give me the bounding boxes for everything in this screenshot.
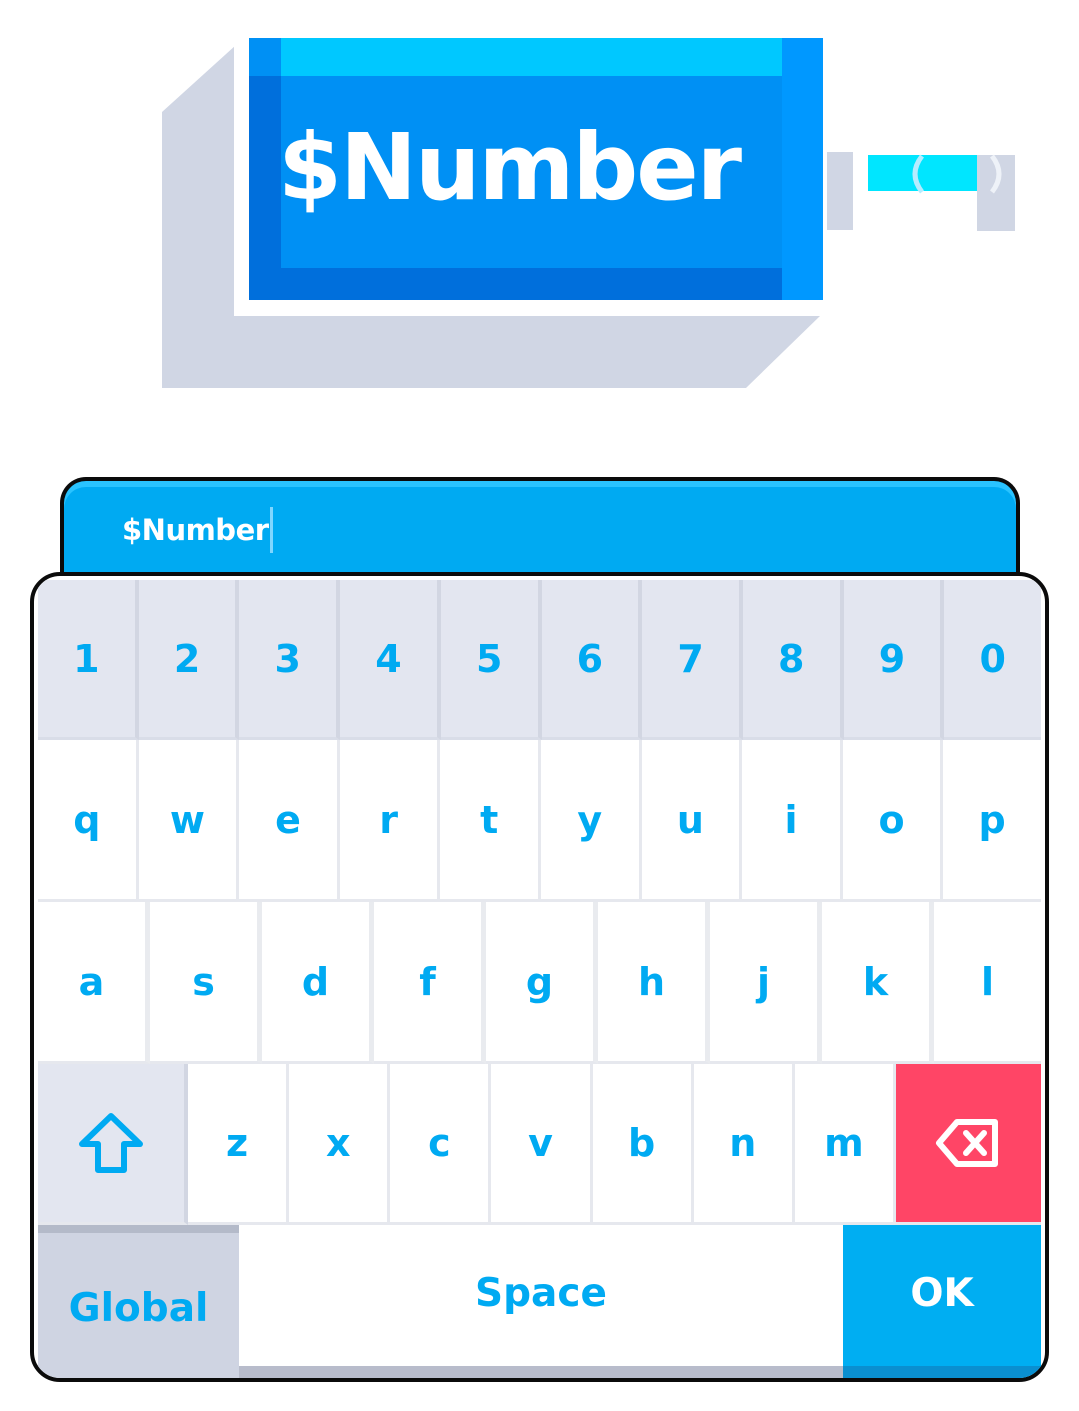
key-s[interactable]: s (150, 902, 262, 1064)
key-i[interactable]: i (742, 740, 843, 902)
banner: $Number (0, 0, 1079, 420)
space-key[interactable]: Space (239, 1225, 843, 1378)
ok-button[interactable]: OK (843, 1225, 1041, 1378)
key-8[interactable]: 8 (742, 580, 844, 740)
bottom-row: Global Space OK (38, 1225, 1041, 1378)
key-n[interactable]: n (693, 1064, 795, 1225)
letter-row-3: z x c v b n m (38, 1064, 1041, 1225)
key-0[interactable]: 0 (944, 580, 1042, 740)
key-6[interactable]: 6 (541, 580, 643, 740)
key-u[interactable]: u (641, 740, 743, 902)
key-x[interactable]: x (289, 1064, 391, 1225)
global-key[interactable]: Global (38, 1225, 239, 1378)
key-y[interactable]: y (540, 740, 642, 902)
banner-title: $Number (278, 114, 742, 221)
key-a[interactable]: a (38, 902, 150, 1064)
key-l[interactable]: l (934, 902, 1041, 1064)
key-k[interactable]: k (822, 902, 934, 1064)
key-f[interactable]: f (374, 902, 486, 1064)
key-h[interactable]: h (598, 902, 710, 1064)
letter-row-1: q w e r t y u i o p (38, 740, 1041, 902)
key-1[interactable]: 1 (38, 580, 139, 740)
key-r[interactable]: r (339, 740, 441, 902)
text-input-field[interactable]: $Number (60, 477, 1020, 572)
key-b[interactable]: b (592, 1064, 694, 1225)
key-w[interactable]: w (138, 740, 240, 902)
input-value: $Number (122, 513, 269, 547)
key-q[interactable]: q (38, 740, 139, 902)
key-d[interactable]: d (262, 902, 374, 1064)
text-caret (269, 507, 273, 553)
number-row: 1 2 3 4 5 6 7 8 9 0 (38, 580, 1042, 740)
key-5[interactable]: 5 (440, 580, 542, 740)
key-t[interactable]: t (440, 740, 541, 902)
key-o[interactable]: o (842, 740, 944, 902)
key-g[interactable]: g (486, 902, 598, 1064)
shift-key[interactable] (38, 1064, 188, 1225)
key-v[interactable]: v (491, 1064, 593, 1225)
key-9[interactable]: 9 (843, 580, 945, 740)
key-z[interactable]: z (188, 1064, 290, 1225)
key-4[interactable]: 4 (340, 580, 441, 740)
shift-arrow-icon (79, 1113, 143, 1173)
key-e[interactable]: e (239, 740, 340, 902)
backspace-key[interactable] (895, 1064, 1041, 1225)
backspace-icon (936, 1119, 999, 1167)
input-value-wrap: $Number (122, 507, 273, 553)
on-screen-keyboard: 1 2 3 4 5 6 7 8 9 0 q w e r t y u i o p … (30, 572, 1049, 1382)
key-3[interactable]: 3 (239, 580, 341, 740)
key-j[interactable]: j (710, 902, 822, 1064)
key-7[interactable]: 7 (642, 580, 743, 740)
key-p[interactable]: p (943, 740, 1041, 902)
key-m[interactable]: m (794, 1064, 896, 1225)
letter-row-2: a s d f g h j k l (38, 902, 1041, 1064)
key-c[interactable]: c (390, 1064, 492, 1225)
key-2[interactable]: 2 (138, 580, 240, 740)
